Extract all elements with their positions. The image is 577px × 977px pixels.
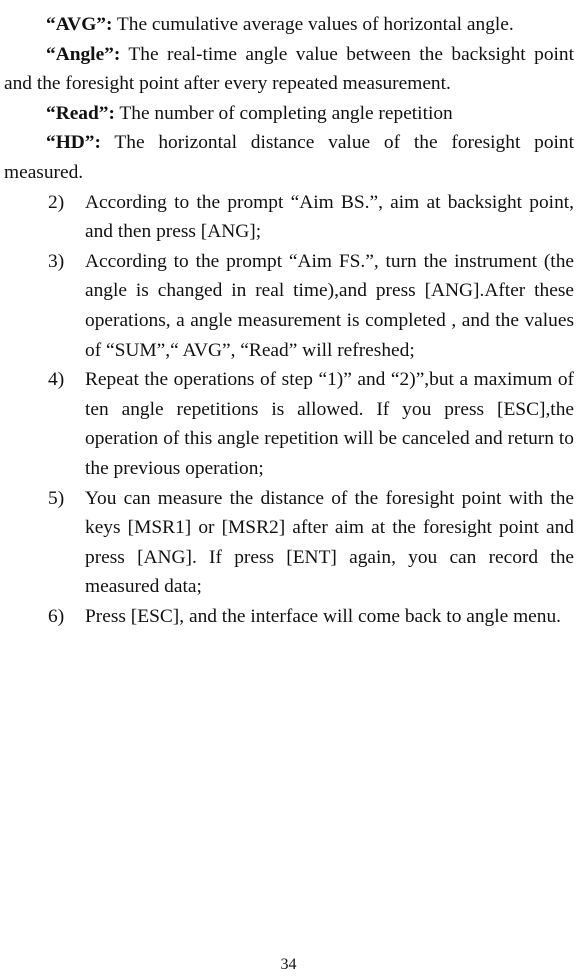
step-text: Repeat the operations of step “1)” and “…	[85, 369, 574, 479]
step-text: According to the prompt “Aim FS.”, turn …	[85, 250, 574, 361]
definition-angle: “Angle”: The real-time angle value betwe…	[4, 40, 574, 99]
step-item: 2) According to the prompt “Aim BS.”, aim…	[4, 188, 574, 247]
definition-avg: “AVG”: The cumulative average values of …	[4, 10, 574, 40]
step-text: According to the prompt “Aim BS.”, aim a…	[85, 191, 574, 243]
step-number: 3)	[48, 250, 65, 272]
definition-text: The number of completing angle repetitio…	[114, 102, 453, 124]
definition-read: “Read”: The number of completing angle r…	[4, 99, 574, 129]
definition-term: “AVG”:	[46, 14, 113, 35]
step-item: 3) According to the prompt “Aim FS.”, tur…	[4, 247, 574, 365]
page-number: 34	[280, 956, 297, 973]
document-page: “AVG”: The cumulative average values of …	[4, 10, 574, 631]
step-text: Press [ESC], and the interface will come…	[85, 605, 561, 627]
steps-list: 2) According to the prompt “Aim BS.”, aim…	[4, 188, 574, 632]
step-text: You can measure the distance of the fore…	[85, 487, 574, 598]
definition-term: “Angle”:	[46, 43, 121, 65]
definition-term: “Read”:	[46, 102, 115, 124]
step-number: 5)	[48, 487, 65, 509]
step-item: 4) Repeat the operations of step “1)” and…	[4, 365, 574, 483]
step-item: 6) Press [ESC], and the interface will co…	[4, 602, 574, 632]
step-number: 4)	[48, 369, 65, 391]
step-number: 2)	[48, 191, 65, 213]
definition-term: “HD”:	[46, 132, 101, 154]
definition-text: The cumulative average values of horizon…	[112, 14, 514, 35]
definition-hd: “HD”: The horizontal distance value of t…	[4, 128, 574, 187]
step-item: 5) You can measure the distance of the fo…	[4, 484, 574, 602]
step-number: 6)	[48, 605, 65, 627]
